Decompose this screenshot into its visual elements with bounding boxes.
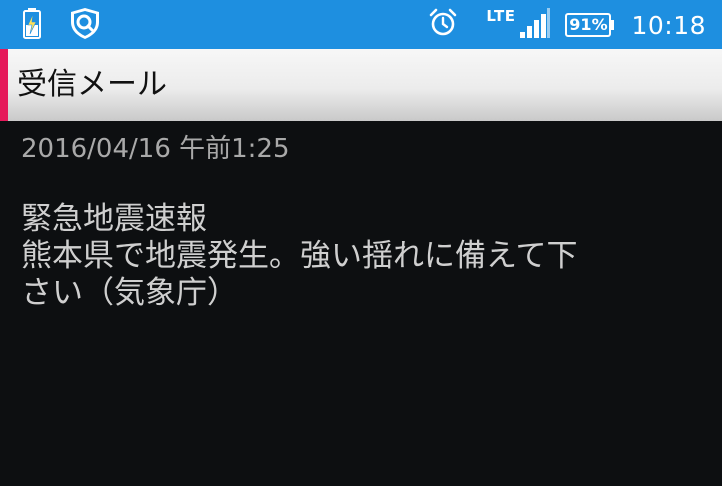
battery-icon: 91% — [565, 13, 615, 37]
battery-charging-icon — [22, 7, 42, 43]
page-title: 受信メール — [17, 67, 167, 102]
status-bar: LTE 91% 10:18 — [0, 0, 722, 49]
signal-icon — [519, 8, 551, 42]
alarm-icon — [428, 8, 458, 42]
message-line: 緊急地震速報 — [21, 201, 207, 237]
clock: 10:18 — [631, 10, 706, 40]
message-body: 緊急地震速報 熊本県で地震発生。強い揺れに備えて下 さい（気象庁） — [21, 201, 701, 312]
accent-strip — [0, 49, 8, 121]
app-bar: 受信メール — [0, 49, 722, 121]
security-app-icon — [68, 6, 102, 44]
message-line: 熊本県で地震発生。強い揺れに備えて下 — [21, 238, 578, 274]
battery-level: 91% — [569, 15, 608, 34]
message-line: さい（気象庁） — [21, 275, 238, 311]
message-date: 2016/04/16 午前1:25 — [21, 134, 290, 164]
network-type: LTE — [486, 7, 516, 25]
